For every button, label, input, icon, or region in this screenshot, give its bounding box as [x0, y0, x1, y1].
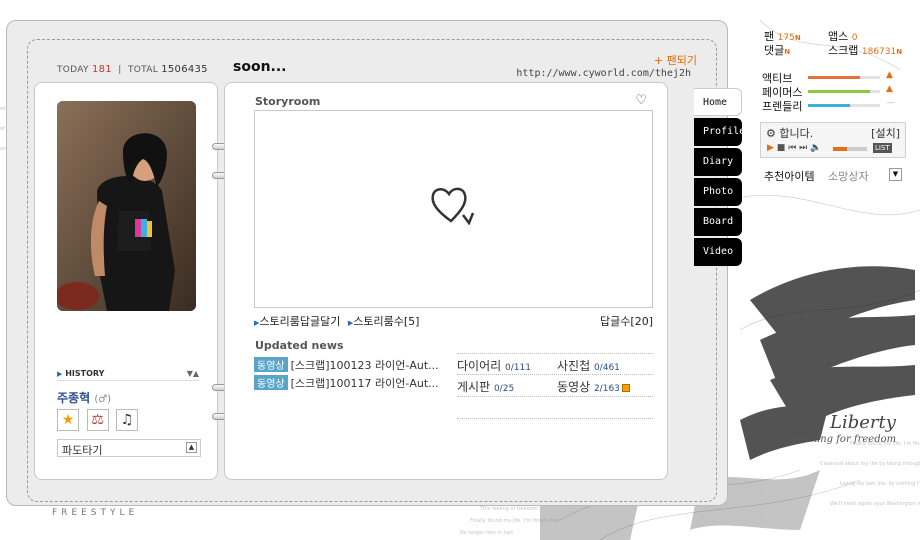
- bar-fill: [808, 104, 850, 107]
- star-icon[interactable]: ★: [57, 409, 79, 431]
- history-header[interactable]: ▶ HISTORY ▼▲: [57, 369, 199, 381]
- svg-text:Cleansed about my life by bein: Cleansed about my life by being through …: [820, 461, 920, 467]
- bar-famous: 페이머스 ▲: [762, 84, 893, 99]
- recommend-row: 추천아이템 소망상자 ▼: [764, 168, 904, 184]
- tab-video[interactable]: Video: [694, 238, 742, 266]
- emblem-row: ★ ⚖ ♫: [57, 409, 142, 431]
- dash-icon: —: [886, 98, 895, 108]
- chevron-down-icon[interactable]: ▼: [889, 168, 902, 181]
- stats-row-empty: [457, 397, 653, 419]
- bar-fill: [808, 90, 870, 93]
- gear-icon: ⚙: [766, 127, 776, 140]
- svg-text:We'll meet again your Washingt: We'll meet again your Washington in the …: [830, 501, 920, 507]
- heart-icon[interactable]: ♡: [635, 93, 647, 108]
- tab-home[interactable]: Home: [694, 88, 742, 116]
- install-button[interactable]: [설치]: [871, 125, 900, 141]
- chevron-up-icon[interactable]: ▲: [186, 442, 197, 453]
- new-badge-icon: [621, 383, 630, 392]
- volume-icon[interactable]: 🔈: [810, 143, 821, 153]
- stop-icon[interactable]: ■: [777, 143, 786, 153]
- player-controls: ▶ ■ ⏮ ⏭ 🔈: [767, 143, 821, 153]
- news-item[interactable]: 동영상 [스크랩]100117 라이언-Aut...: [254, 375, 454, 393]
- recommend-item-link[interactable]: 추천아이템: [764, 170, 815, 183]
- liberty-text: Liberty: [830, 412, 896, 433]
- news-item[interactable]: 동영상 [스크랩]100123 라이언-Aut...: [254, 357, 454, 375]
- play-icon[interactable]: ▶: [767, 143, 774, 153]
- main-panel: Storyroom ♡ ▶스토리룸답글달기 ▶스토리룸수[5] 답글수[20] …: [224, 82, 668, 480]
- visitor-counter: TODAY 181 | TOTAL 1506435: [57, 64, 208, 75]
- news-tag: 동영상: [254, 357, 288, 372]
- music-player: ⚙ 합니다. [설치] ▶ ■ ⏮ ⏭ 🔈 LIST: [760, 122, 906, 158]
- tab-diary[interactable]: Diary: [694, 148, 742, 176]
- profile-photo: [57, 101, 196, 311]
- surf-select[interactable]: 파도타기 ▲: [57, 439, 201, 457]
- comment-stat[interactable]: 댓글N: [764, 42, 790, 58]
- tab-board[interactable]: Board: [694, 208, 742, 236]
- svg-text:Living my own life, by nothing: Living my own life, by nothing I'm free: [840, 481, 920, 487]
- svg-text:This feeling of freedom: This feeling of freedom: [479, 506, 538, 512]
- news-tag: 동영상: [254, 375, 288, 390]
- arrow-up-icon: ▲: [886, 84, 893, 94]
- video-stat[interactable]: 동영상 2/163: [557, 378, 630, 395]
- updated-news-title: Updated news: [255, 339, 344, 352]
- page-title: soon...: [233, 59, 287, 75]
- triangle-right-icon: ▶: [57, 370, 63, 378]
- arrow-up-icon: ▲: [886, 70, 893, 80]
- music-note-icon[interactable]: ♫: [116, 409, 138, 431]
- profile-panel: ▶ HISTORY ▼▲ 주종혁 (♂) ★ ⚖ ♫ 파도타기 ▲: [34, 82, 218, 480]
- skin-label: FREESTYLE: [52, 508, 139, 518]
- profile-photo-image: [57, 101, 196, 311]
- owner-name: 주종혁 (♂): [57, 391, 112, 405]
- next-icon[interactable]: ⏭: [799, 143, 807, 153]
- prev-icon[interactable]: ⏮: [788, 143, 796, 153]
- stats-row: 게시판 0/25 동영상 2/163: [457, 375, 653, 397]
- become-fan-link[interactable]: + 팬되기: [654, 52, 697, 68]
- storyroom-reply-link[interactable]: 스토리룸답글달기: [259, 315, 340, 328]
- freedom-text: something for freedom: [780, 434, 897, 445]
- homepage-url[interactable]: http://www.cyworld.com/thej2h: [516, 68, 691, 79]
- storyroom-title: Storyroom: [255, 95, 321, 108]
- storyroom-links: ▶스토리룸답글달기 ▶스토리룸수[5] 답글수[20]: [254, 313, 653, 329]
- total-count: 1506435: [161, 64, 208, 75]
- menu-stats: 다이어리 0/111 사진첩 0/461 게시판 0/25 동영상 2/163: [457, 353, 653, 419]
- wishlist-link[interactable]: 소망상자: [828, 170, 868, 183]
- bar-fill: [808, 76, 860, 79]
- toggle-arrows-icon[interactable]: ▼▲: [187, 369, 199, 378]
- tab-photo[interactable]: Photo: [694, 178, 742, 206]
- svg-text:Finally found my life, I'm fin: Finally found my life, I'm finally free: [470, 518, 559, 524]
- today-count: 181: [91, 64, 112, 75]
- storyroom-heart-icon: [431, 187, 475, 225]
- diary-stat[interactable]: 다이어리 0/111: [457, 357, 531, 374]
- scrap-stat[interactable]: 스크랩 186731N: [828, 42, 902, 58]
- storyroom-box[interactable]: [254, 110, 653, 308]
- storyroom-count-link[interactable]: 스토리룸수[5]: [353, 315, 419, 328]
- tab-profile[interactable]: Profile: [694, 118, 745, 146]
- scales-icon[interactable]: ⚖: [86, 409, 109, 431]
- fan-stats: 팬 175N 앱스 0 댓글N 스크랩 186731N: [758, 24, 908, 60]
- player-title: ⚙ 합니다.: [766, 127, 814, 140]
- photo-stat[interactable]: 사진첩 0/461: [557, 357, 620, 374]
- reply-count: 답글수[20]: [600, 315, 653, 328]
- board-stat[interactable]: 게시판 0/25: [457, 378, 514, 395]
- activity-bars: 액티브 ▲ 페이머스 ▲ 프렌들리 —: [758, 70, 906, 113]
- right-widgets: 팬 175N 앱스 0 댓글N 스크랩 186731N 액티브 ▲ 페이머스 ▲…: [758, 24, 908, 183]
- volume-slider[interactable]: [833, 147, 867, 151]
- bar-active: 액티브 ▲: [762, 70, 893, 85]
- stats-row: 다이어리 0/111 사진첩 0/461: [457, 353, 653, 375]
- playlist-button[interactable]: LIST: [873, 143, 892, 153]
- updated-news-list: 동영상 [스크랩]100123 라이언-Aut... 동영상 [스크랩]100117…: [254, 357, 454, 393]
- bar-friendly: 프렌들리 —: [762, 98, 895, 113]
- header-row: TODAY 181 | TOTAL 1506435 soon... + 팬되기 …: [57, 54, 697, 82]
- gender-mark: (♂): [94, 394, 112, 405]
- svg-text:No longer torn in two: No longer torn in two: [460, 530, 513, 536]
